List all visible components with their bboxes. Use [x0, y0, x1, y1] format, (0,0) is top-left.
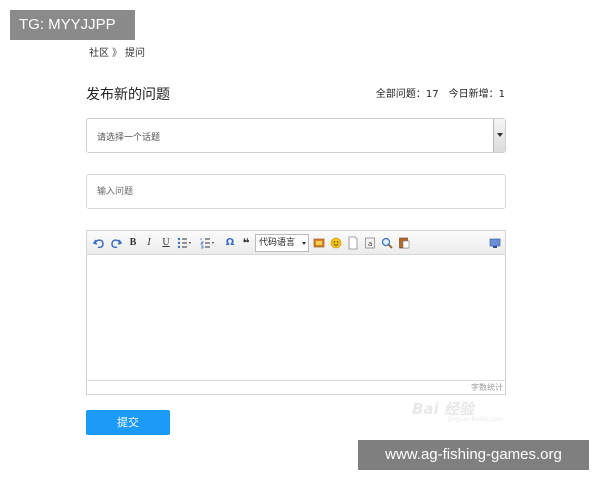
chevron-down-icon	[302, 242, 306, 245]
code-language-select[interactable]: 代码语言	[255, 234, 309, 252]
code-language-label: 代码语言	[259, 238, 296, 248]
submit-button[interactable]: 提交	[86, 410, 170, 435]
breadcrumb-ask: 提问	[125, 48, 145, 59]
question-input[interactable]	[86, 174, 506, 209]
today-new-label: 今日新增：	[448, 89, 499, 100]
breadcrumb-community[interactable]: 社区	[89, 44, 109, 59]
watermark-sub: jingyan.baidu.com	[448, 416, 504, 423]
site-badge: www.ag-fishing-games.org	[358, 440, 589, 470]
search-replace-icon[interactable]	[381, 236, 393, 250]
question-stats: 全部问题：17 今日新增：1	[376, 85, 505, 100]
bold-button[interactable]: B	[128, 236, 138, 250]
italic-button[interactable]: I	[144, 236, 154, 250]
unordered-list-icon[interactable]	[177, 236, 193, 250]
breadcrumb: 社区》提问	[89, 44, 145, 59]
svg-text:a: a	[368, 240, 372, 248]
total-questions-label: 全部问题：	[375, 89, 426, 100]
topic-select[interactable]: 请选择一个话题	[86, 118, 506, 153]
page-title: 发布新的问题	[86, 87, 170, 103]
word-count-label: 字数统计	[471, 383, 503, 392]
chevron-down-icon	[497, 133, 503, 137]
paste-icon[interactable]	[398, 236, 410, 250]
baidu-watermark: Bai 经验 jingyan.baidu.com	[412, 398, 503, 423]
today-new-value: 1	[498, 89, 505, 100]
attachment-icon[interactable]: a	[364, 236, 376, 250]
special-char-button[interactable]: Ω	[224, 236, 236, 250]
editor-content-area[interactable]	[87, 255, 505, 380]
image-icon[interactable]	[313, 236, 325, 250]
topic-select-dropdown-button[interactable]	[493, 119, 505, 152]
topic-select-placeholder: 请选择一个话题	[97, 133, 161, 143]
ordered-list-icon[interactable]	[200, 236, 216, 250]
editor-status-bar: 字数统计	[87, 380, 505, 394]
preview-icon[interactable]	[489, 236, 501, 250]
new-document-icon[interactable]	[347, 236, 359, 250]
breadcrumb-separator: 》	[112, 48, 122, 59]
quote-button[interactable]: ❝	[240, 236, 252, 250]
redo-icon[interactable]	[110, 236, 122, 250]
undo-icon[interactable]	[93, 236, 105, 250]
tg-badge: TG: MYYJJPP	[10, 10, 135, 40]
underline-button[interactable]: U	[161, 236, 171, 250]
editor-toolbar: B I U Ω ❝ 代码语言 a	[87, 231, 505, 255]
rich-text-editor: B I U Ω ❝ 代码语言 a 字数统计	[86, 230, 506, 395]
total-questions-value: 17	[425, 89, 439, 100]
emoticon-icon[interactable]	[330, 236, 342, 250]
